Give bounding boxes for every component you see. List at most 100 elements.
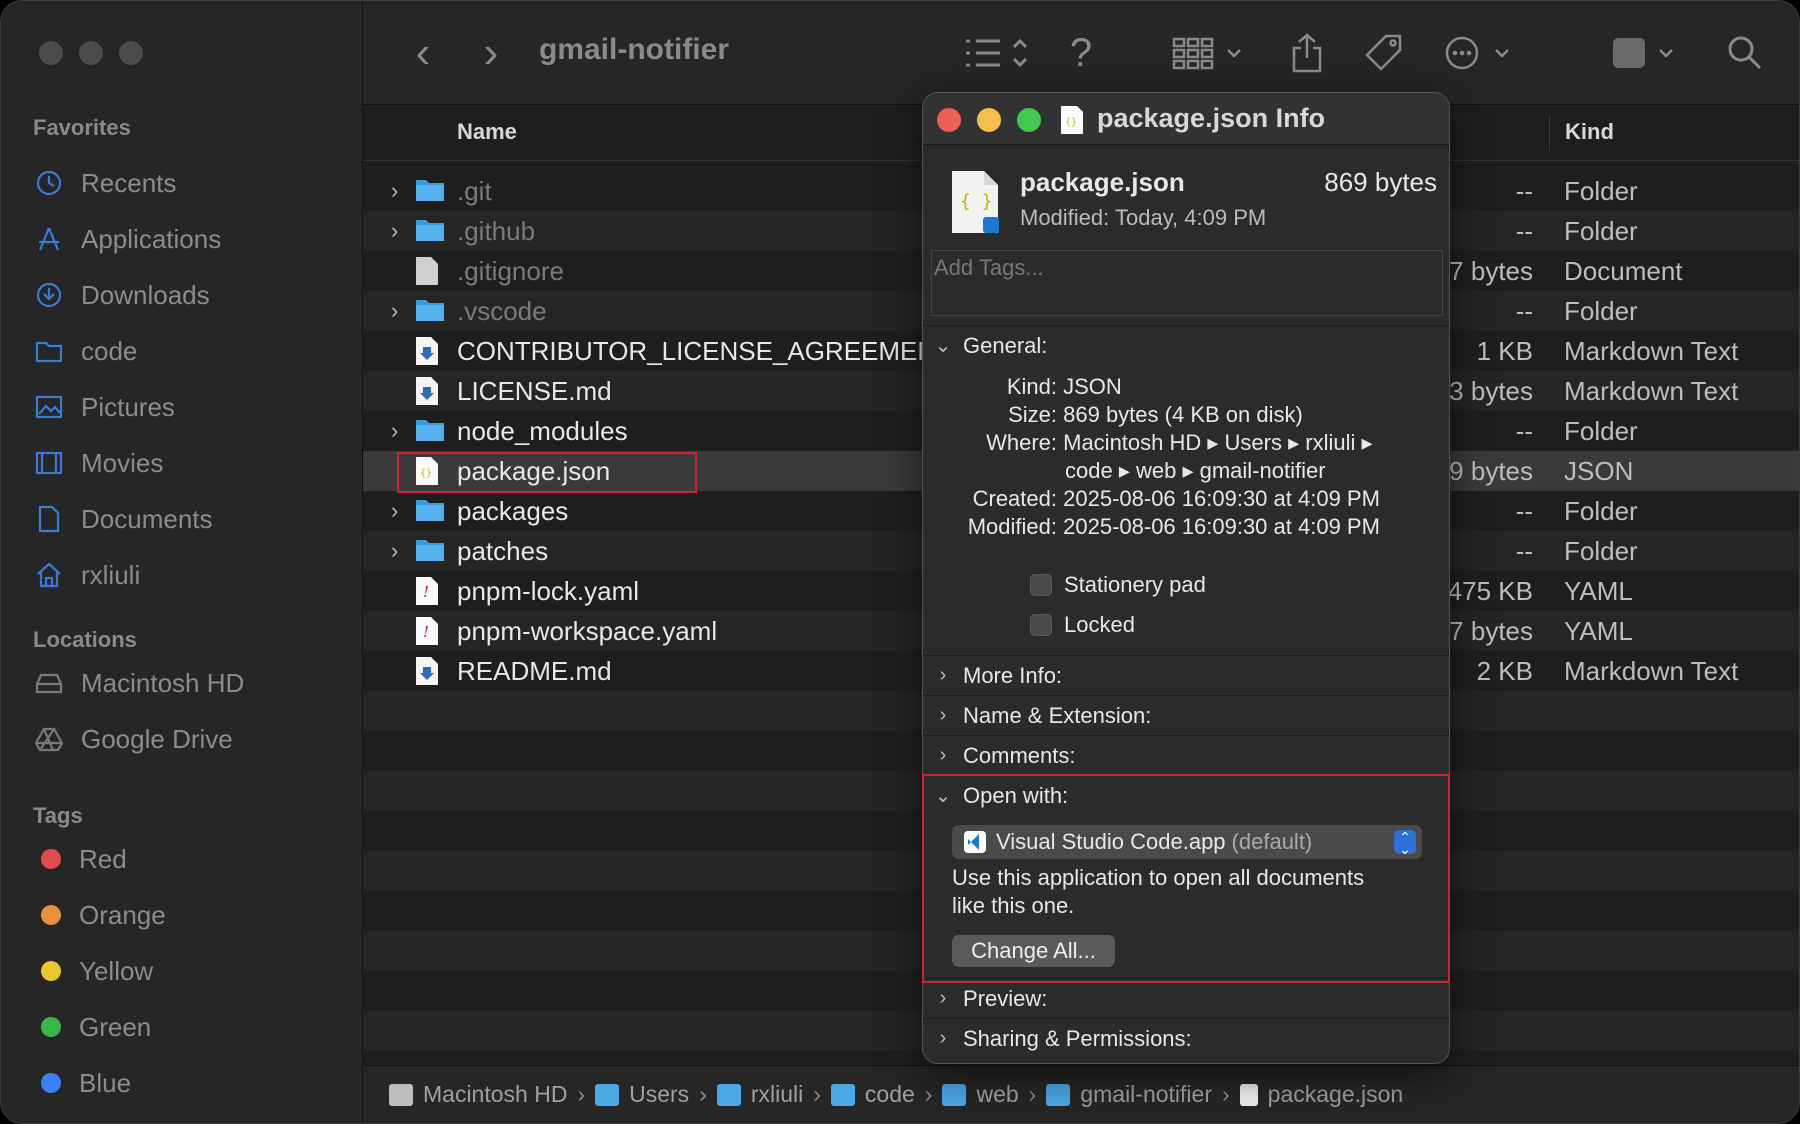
path-item[interactable]: gmail-notifier [1046, 1081, 1212, 1108]
locations-header: Locations [33, 627, 137, 652]
share-button[interactable] [1287, 29, 1327, 77]
file-size: -- [1515, 215, 1533, 246]
search-button[interactable] [1725, 29, 1765, 77]
sidebar-item-recents[interactable]: Recents [33, 161, 176, 205]
preview-section-header[interactable]: › Preview: [923, 978, 1449, 1018]
chevron-down-icon: ⌄ [934, 785, 952, 807]
sidebar-item-rxliuli[interactable]: rxliuli [33, 553, 140, 597]
sidebar-tag-green[interactable]: Green [33, 1005, 151, 1049]
disclosure-chevron-icon[interactable]: › [391, 218, 407, 244]
general-where-row: Where: Macintosh HD ▸ Users ▸ rxliuli ▸ [986, 430, 1373, 455]
sidebar-tag-yellow[interactable]: Yellow [33, 949, 153, 993]
chevron-right-icon: › [939, 744, 947, 766]
folder-icon [415, 536, 445, 566]
list-view-icon [966, 38, 1028, 68]
open-with-section-header[interactable]: ⌄ Open with: [923, 775, 1449, 815]
general-where-row-2: code ▸ web ▸ gmail-notifier [1065, 458, 1326, 483]
disclosure-chevron-icon[interactable]: › [391, 538, 407, 564]
locked-checkbox[interactable] [1030, 614, 1052, 636]
sidebar-item-applications[interactable]: Applications [33, 217, 221, 261]
file-size: -- [1515, 175, 1533, 206]
file-kind: Folder [1564, 215, 1638, 246]
help-icon[interactable]: ? [1061, 29, 1101, 77]
general-section-header[interactable]: ⌄ General: [923, 325, 1449, 365]
sidebar-item-label: code [81, 335, 138, 366]
sidebar-item-label: Downloads [81, 279, 210, 310]
file-kind: YAML [1564, 615, 1633, 646]
disclosure-chevron-icon[interactable]: › [391, 178, 407, 204]
close-window-button[interactable] [39, 41, 63, 65]
path-separator: › [813, 1081, 821, 1107]
tag-color-dot [41, 905, 61, 925]
kind-column-header[interactable]: Kind [1565, 119, 1614, 145]
tag-color-dot [41, 1073, 61, 1093]
back-button[interactable]: ‹ [403, 28, 443, 77]
zoom-window-button[interactable] [119, 41, 143, 65]
tags-field[interactable]: Add Tags... [931, 250, 1443, 316]
sharing-permissions-section-header[interactable]: › Sharing & Permissions: [923, 1018, 1449, 1058]
comments-section-header[interactable]: › Comments: [923, 735, 1449, 775]
sidebar-item-label: Blue [79, 1067, 132, 1098]
file-name: .gitignore [457, 255, 564, 286]
disclosure-chevron-icon[interactable]: › [391, 498, 407, 524]
ellipsis-circle-icon [1445, 36, 1509, 70]
sidebar-toggle-button[interactable] [1609, 29, 1681, 77]
folder-icon [830, 1083, 855, 1106]
more-info-section-header[interactable]: › More Info: [923, 655, 1449, 695]
path-item[interactable]: web [942, 1081, 1019, 1108]
file-kind: Folder [1564, 295, 1638, 326]
change-all-button[interactable]: Change All... [952, 935, 1115, 967]
path-item[interactable]: package.json [1239, 1081, 1403, 1108]
sidebar-item-pictures[interactable]: Pictures [33, 385, 175, 429]
more-actions-button[interactable] [1443, 29, 1517, 77]
info-zoom-button[interactable] [1017, 108, 1041, 132]
sidebar-item-movies[interactable]: Movies [33, 441, 163, 485]
yaml-file-icon: ! [415, 576, 445, 606]
sidebar-item-macintosh-hd[interactable]: Macintosh HD [33, 661, 244, 705]
chevron-right-icon: › [939, 987, 947, 1009]
file-kind: Document [1564, 255, 1683, 286]
sidebar-item-label: Yellow [79, 955, 154, 986]
disclosure-chevron-icon[interactable]: › [391, 298, 407, 324]
sidebar-tag-red[interactable]: Red [33, 837, 127, 881]
chevron-right-icon: › [939, 1027, 947, 1049]
file-size: 3 bytes [1449, 375, 1533, 406]
name-column-header[interactable]: Name [457, 119, 517, 145]
info-modified-summary: Modified: Today, 4:09 PM [1020, 205, 1267, 230]
sidebar-item-documents[interactable]: Documents [33, 497, 213, 541]
disclosure-chevron-icon[interactable]: › [391, 418, 407, 444]
stationery-checkbox[interactable] [1030, 574, 1052, 596]
tags-placeholder: Add Tags... [934, 255, 1044, 280]
sidebar-item-label: rxliuli [81, 559, 141, 590]
sidebar-item-code[interactable]: code [33, 329, 137, 373]
file-size: 475 KB [1447, 575, 1533, 606]
path-item[interactable]: rxliuli [716, 1081, 803, 1108]
tag-button[interactable] [1361, 29, 1407, 77]
file-size: -- [1515, 415, 1533, 446]
file-name: CONTRIBUTOR_LICENSE_AGREEMEN [457, 335, 937, 366]
tags-header: Tags [33, 803, 83, 828]
path-item[interactable]: Macintosh HD [389, 1081, 567, 1108]
view-options-button[interactable] [961, 29, 1033, 77]
sidebar-tag-orange[interactable]: Orange [33, 893, 166, 937]
info-close-button[interactable] [937, 108, 961, 132]
sidebar-item-downloads[interactable]: Downloads [33, 273, 210, 317]
file-size: 9 bytes [1449, 455, 1533, 486]
file-kind: Folder [1564, 175, 1638, 206]
file-size: 7 bytes [1449, 255, 1533, 286]
vscode-icon [964, 831, 986, 853]
file-name: .github [457, 215, 536, 246]
open-with-popup[interactable]: Visual Studio Code.app (default) ⌃ ⌄ [952, 825, 1422, 859]
path-item[interactable]: Users [595, 1081, 689, 1108]
sidebar-tag-blue[interactable]: Blue [33, 1061, 131, 1105]
name-extension-section-header[interactable]: › Name & Extension: [923, 695, 1449, 735]
file-name: node_modules [457, 415, 628, 446]
sidebar-item-label: Pictures [81, 391, 175, 422]
sidebar-item-google-drive[interactable]: Google Drive [33, 717, 233, 761]
path-item[interactable]: code [830, 1081, 915, 1108]
group-button[interactable] [1171, 29, 1247, 77]
info-minimize-button[interactable] [977, 108, 1001, 132]
finder-window: Favorites Recents Applications Downloads co… [0, 0, 1800, 1124]
minimize-window-button[interactable] [79, 41, 103, 65]
forward-button[interactable]: › [471, 28, 511, 77]
